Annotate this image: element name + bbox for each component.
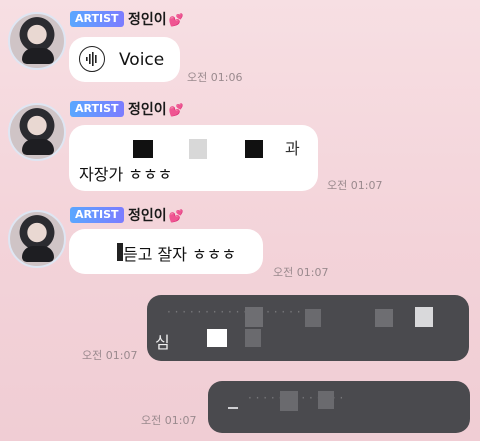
sender-name-text: 정인이 [128, 208, 167, 224]
redaction-block [305, 309, 321, 327]
redaction-block [189, 139, 207, 159]
reply-message-bubble[interactable]: · · · · · · · · · · · · · · · · · · 심 [147, 295, 469, 361]
message-time: 오전 01:07 [327, 179, 383, 192]
reply-text-prefix: 심 [155, 333, 170, 352]
artist-badge: ARTIST [70, 101, 124, 117]
blurred-text: · · · · · · · · · · · · · · · · · · [167, 305, 301, 319]
text-message-bubble[interactable]: 과 자장가 ㅎㅎㅎ [69, 125, 318, 191]
sender-name-text: 정인이 [128, 102, 167, 118]
redaction-block [415, 307, 433, 327]
sender-name: 정인이 💕 [128, 9, 184, 29]
sender-name: 정인이 💕 [128, 99, 184, 119]
sender-name-text: 정인이 [128, 12, 167, 28]
reply-message-bubble[interactable]: · · · · · · · · · · · · · [208, 381, 470, 433]
sender-name: 정인이 💕 [128, 205, 184, 225]
redaction-block [245, 307, 263, 327]
redaction-block [280, 391, 298, 411]
message-time: 오전 01:06 [187, 71, 243, 84]
message-text: 자장가 ㅎㅎㅎ [79, 165, 173, 184]
two-hearts-icon: 💕 [168, 209, 184, 223]
avatar[interactable] [8, 12, 66, 70]
voice-message-bubble[interactable]: Voice [69, 37, 180, 82]
two-hearts-icon: 💕 [168, 103, 184, 117]
message-text: 듣고 잘자 ㅎㅎㅎ [123, 245, 237, 264]
text-message-bubble[interactable]: 듣고 잘자 ㅎㅎㅎ [69, 229, 263, 274]
artist-badge: ARTIST [70, 11, 124, 27]
redaction-block [318, 391, 334, 409]
two-hearts-icon: 💕 [168, 13, 184, 27]
redaction-block [375, 309, 393, 327]
message-time: 오전 01:07 [273, 266, 329, 279]
message-time: 오전 01:07 [82, 349, 138, 362]
sound-wave-icon [79, 46, 105, 72]
redaction-block [228, 407, 238, 409]
redaction-block [245, 140, 263, 158]
voice-label: Voice [119, 50, 165, 70]
avatar[interactable] [8, 103, 66, 161]
redaction-block [245, 329, 261, 347]
avatar[interactable] [8, 210, 66, 268]
message-time: 오전 01:07 [141, 414, 197, 427]
redaction-block [133, 140, 153, 158]
message-text-suffix: 과 [285, 139, 300, 158]
redaction-block [207, 329, 227, 347]
artist-badge: ARTIST [70, 207, 124, 223]
